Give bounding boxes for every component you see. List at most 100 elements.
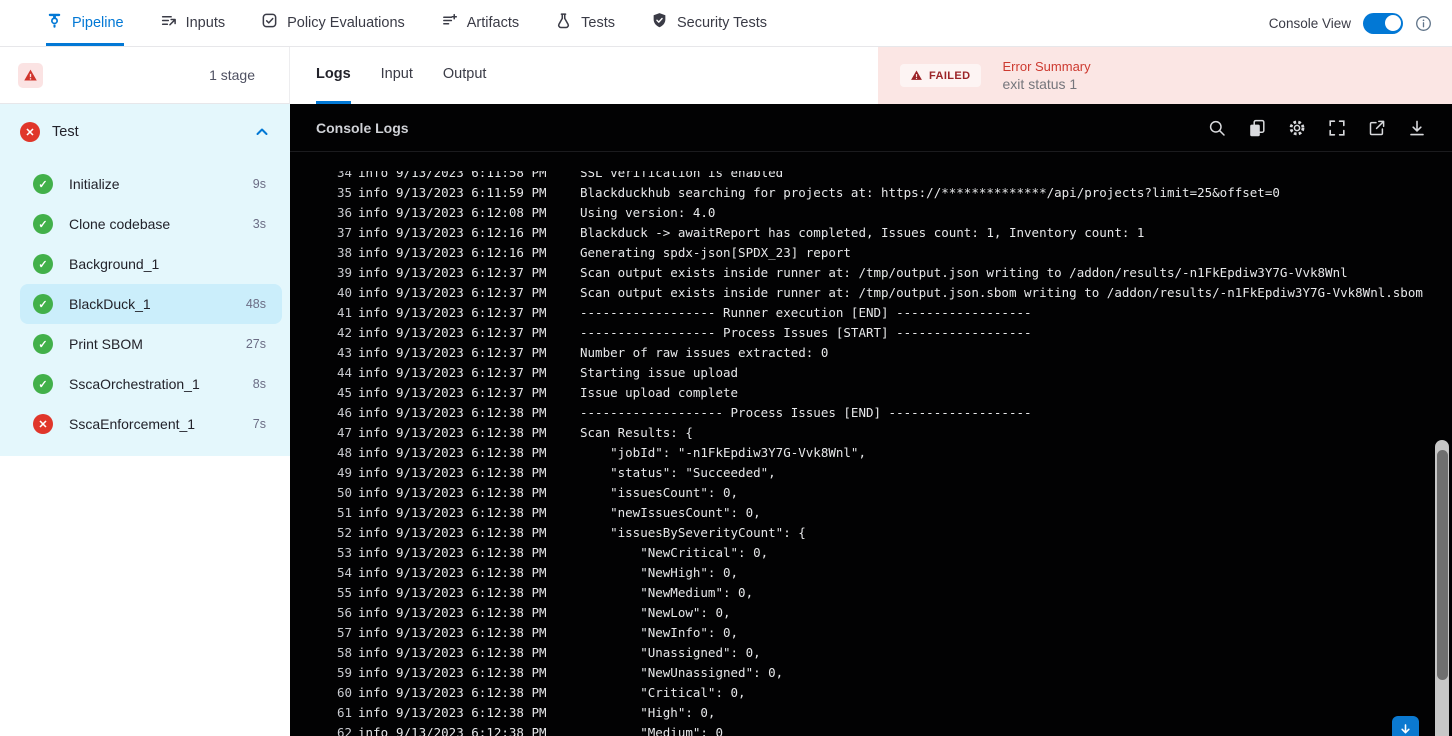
fullscreen-icon[interactable] <box>1328 119 1346 137</box>
log-line-number: 59 <box>336 665 352 680</box>
log-level: info <box>358 205 389 220</box>
step-row[interactable]: BlackDuck_1 48s <box>20 284 282 324</box>
open-in-new-icon[interactable] <box>1368 119 1386 137</box>
console-view-controls: Console View <box>1269 0 1452 46</box>
log-line: 36 info 9/13/2023 6:12:08 PM Using versi… <box>290 203 1434 223</box>
log-timestamp: 9/13/2023 6:12:37 PM <box>396 365 547 380</box>
step-label: BlackDuck_1 <box>69 296 151 312</box>
stage-name: Test <box>52 124 79 140</box>
log-line: 39 info 9/13/2023 6:12:37 PM Scan output… <box>290 263 1434 283</box>
stage-error-chip <box>18 62 43 88</box>
search-icon[interactable] <box>1208 119 1226 137</box>
tab-security-tests[interactable]: Security Tests <box>651 0 767 46</box>
step-status-icon <box>33 174 53 194</box>
log-level: info <box>358 645 389 660</box>
step-label: Initialize <box>69 176 120 192</box>
log-level: info <box>358 405 389 420</box>
log-timestamp: 9/13/2023 6:12:38 PM <box>396 425 547 440</box>
tab-inputs[interactable]: Inputs <box>160 0 225 46</box>
step-detail-tabs: Logs Input Output <box>290 47 878 104</box>
log-line-number: 61 <box>336 705 352 720</box>
log-level: info <box>358 605 389 620</box>
log-level: info <box>358 565 389 580</box>
log-line: 51 info 9/13/2023 6:12:38 PM "newIssuesC… <box>290 503 1434 523</box>
console-logs-panel: Console Logs 34 info 9/13/2023 6:11:58 P… <box>290 104 1452 736</box>
log-message: ------------------ Process Issues [START… <box>580 325 1032 340</box>
log-level: info <box>358 265 389 280</box>
copy-icon[interactable] <box>1248 119 1266 137</box>
step-status-icon <box>33 334 53 354</box>
log-timestamp: 9/13/2023 6:12:37 PM <box>396 265 547 280</box>
log-line: 58 info 9/13/2023 6:12:38 PM "Unassigned… <box>290 643 1434 663</box>
step-row[interactable]: SscaEnforcement_1 7s <box>20 404 282 444</box>
log-line: 41 info 9/13/2023 6:12:37 PM -----------… <box>290 303 1434 323</box>
log-timestamp: 9/13/2023 6:12:38 PM <box>396 445 547 460</box>
log-level: info <box>358 245 389 260</box>
log-line-number: 39 <box>336 265 352 280</box>
log-message: Starting issue upload <box>580 365 739 380</box>
policy-check-icon <box>261 12 278 33</box>
tab-artifacts[interactable]: Artifacts <box>441 0 519 46</box>
download-icon[interactable] <box>1408 119 1426 137</box>
log-timestamp: 9/13/2023 6:11:58 PM <box>396 171 547 180</box>
chevron-up-icon[interactable] <box>254 124 270 140</box>
log-timestamp: 9/13/2023 6:12:16 PM <box>396 225 547 240</box>
scroll-to-bottom-button[interactable] <box>1392 716 1419 736</box>
step-row[interactable]: Initialize 9s <box>20 164 282 204</box>
vertical-scrollbar-track[interactable] <box>1435 440 1449 736</box>
stage-header-test[interactable]: Test <box>0 104 290 160</box>
log-timestamp: 9/13/2023 6:12:38 PM <box>396 725 547 736</box>
top-navigation: Pipeline Inputs Policy Evaluations Artif… <box>0 0 1452 47</box>
tab-output[interactable]: Output <box>443 47 487 104</box>
arrow-down-icon <box>1398 722 1413 736</box>
tab-pipeline[interactable]: Pipeline <box>46 0 124 46</box>
log-level: info <box>358 171 389 180</box>
log-message: "issuesBySeverityCount": { <box>580 525 806 540</box>
error-summary-strip: FAILED Error Summary exit status 1 <box>878 47 1452 104</box>
log-message: Issue upload complete <box>580 385 739 400</box>
log-line-number: 60 <box>336 685 352 700</box>
settings-gear-icon[interactable] <box>1288 119 1306 137</box>
log-timestamp: 9/13/2023 6:12:38 PM <box>396 605 547 620</box>
log-timestamp: 9/13/2023 6:12:38 PM <box>396 505 547 520</box>
step-row[interactable]: Clone codebase 3s <box>20 204 282 244</box>
tab-label: Artifacts <box>466 14 520 31</box>
log-message: Blackduck -> awaitReport has completed, … <box>580 225 1145 240</box>
log-line: 54 info 9/13/2023 6:12:38 PM "NewHigh": … <box>290 563 1434 583</box>
log-timestamp: 9/13/2023 6:12:37 PM <box>396 325 547 340</box>
log-message: "NewHigh": 0, <box>580 565 739 580</box>
log-line-number: 42 <box>336 325 352 340</box>
tab-tests[interactable]: Tests <box>555 0 615 46</box>
tab-label: Tests <box>581 14 615 31</box>
console-logs-title: Console Logs <box>316 119 409 136</box>
step-label: SscaEnforcement_1 <box>69 416 196 432</box>
log-lines: 34 info 9/13/2023 6:11:58 PM SSL verific… <box>290 171 1434 736</box>
log-level: info <box>358 305 389 320</box>
log-level: info <box>358 365 389 380</box>
step-row[interactable]: Background_1 <box>20 244 282 284</box>
log-line: 59 info 9/13/2023 6:12:38 PM "NewUnassig… <box>290 663 1434 683</box>
log-timestamp: 9/13/2023 6:12:38 PM <box>396 405 547 420</box>
log-message: "jobId": "-n1FkEpdiw3Y7G-Vvk8Wnl", <box>580 445 866 460</box>
step-list: Initialize 9s Clone codebase 3s Backgrou… <box>0 160 290 444</box>
step-label: Background_1 <box>69 256 160 272</box>
vertical-scrollbar-thumb[interactable] <box>1436 450 1448 680</box>
error-summary-title: Error Summary <box>1002 59 1091 74</box>
tab-policy-evaluations[interactable]: Policy Evaluations <box>261 0 405 46</box>
error-texts: Error Summary exit status 1 <box>1003 59 1091 92</box>
log-level: info <box>358 505 389 520</box>
tab-input[interactable]: Input <box>381 47 413 104</box>
pipeline-icon <box>46 12 63 33</box>
tab-logs[interactable]: Logs <box>316 47 351 104</box>
step-row[interactable]: SscaOrchestration_1 8s <box>20 364 282 404</box>
step-row[interactable]: Print SBOM 27s <box>20 324 282 364</box>
log-message: "High": 0, <box>580 705 716 720</box>
failed-badge: FAILED <box>900 64 981 87</box>
console-view-toggle[interactable] <box>1363 12 1403 34</box>
log-level: info <box>358 425 389 440</box>
sidebar: Test Initialize 9s Clone codebase 3s Bac <box>0 104 290 736</box>
warning-triangle-icon <box>910 69 923 82</box>
log-message: ------------------- Process Issues [END]… <box>580 405 1032 420</box>
step-status-icon <box>33 254 53 274</box>
info-icon[interactable] <box>1415 15 1432 32</box>
